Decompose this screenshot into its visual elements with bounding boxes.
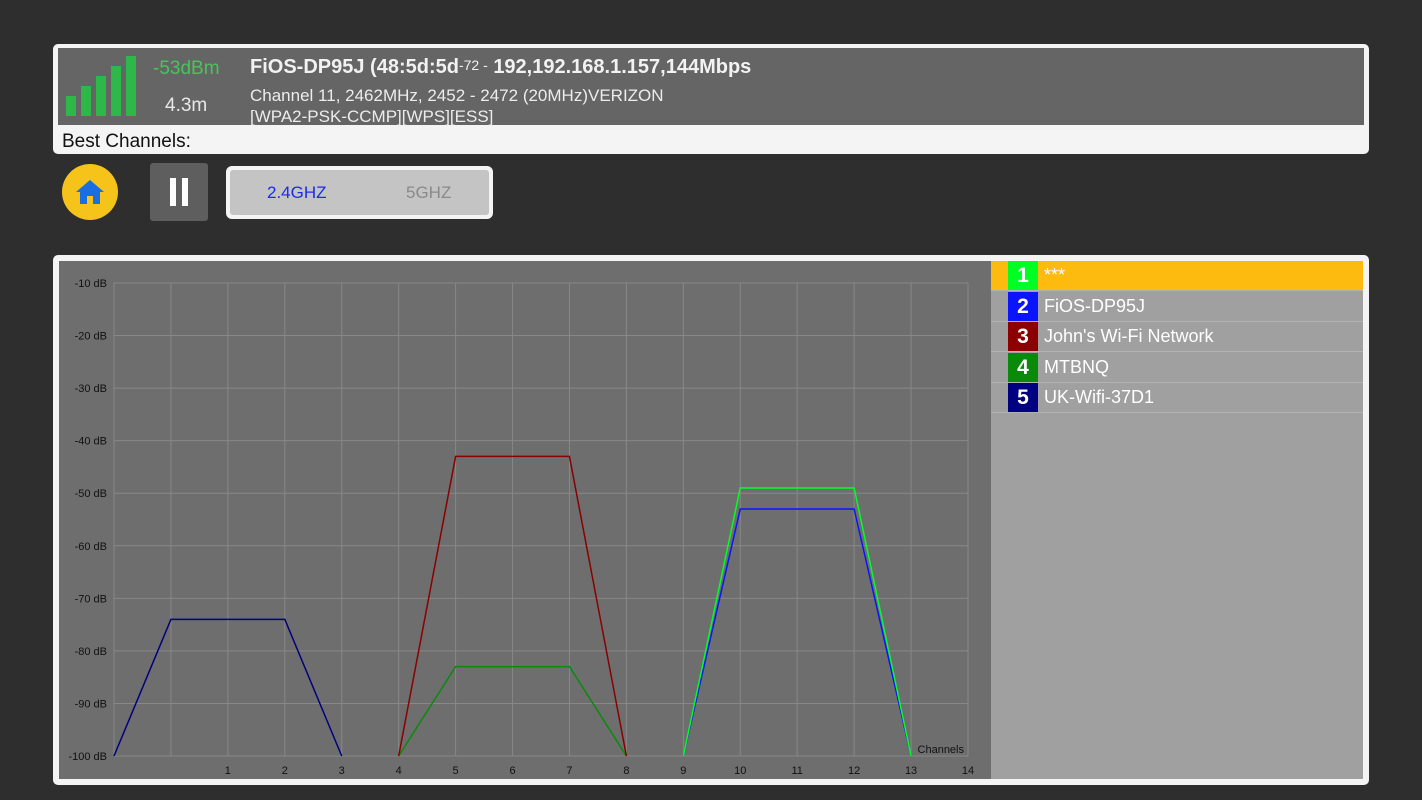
pause-icon [170,178,176,206]
x-axis-label: Channels [918,744,965,756]
ip-speed-text: 192,192.168.1.157,144Mbps [493,56,752,78]
legend-row[interactable]: 3 John's Wi-Fi Network [991,322,1363,352]
x-tick-label: 4 [396,765,402,777]
y-tick-label: -40 dB [75,436,107,448]
x-tick-label: 2 [282,765,288,777]
distance-estimate: 4.3m [165,95,208,116]
band-toggle[interactable]: 2.4GHZ 5GHZ [226,166,493,219]
pause-button[interactable] [150,163,208,221]
legend-number: 1 [1008,261,1038,290]
best-channels-label: Best Channels: [62,131,191,152]
x-tick-label: 6 [509,765,515,777]
x-tick-label: 3 [339,765,345,777]
legend-row[interactable]: 4 MTBNQ [991,352,1363,383]
legend-row[interactable]: 5 UK-Wifi-37D1 [991,383,1363,413]
band-5ghz-option[interactable]: 5GHZ [406,183,451,203]
y-tick-label: -10 dB [75,278,107,290]
x-tick-label: 8 [623,765,629,777]
channel-graph-card: -10 dB -20 dB -30 dB -40 dB -50 dB -60 dB -70 … [53,255,1369,785]
y-tick-label: -20 dB [75,331,107,343]
y-tick-label: -70 dB [75,593,107,605]
signal-bar [66,96,76,116]
legend-row[interactable]: 1 *** [991,261,1363,291]
x-tick-label: 5 [453,765,459,777]
ssid-line: FiOS-DP95J (48:5d:5d-72 - 192,192.168.1.… [250,56,751,79]
legend-row[interactable]: 2 FiOS-DP95J [991,291,1363,322]
legend-network-name: FiOS-DP95J [1044,295,1146,316]
y-tick-label: -50 dB [75,488,107,500]
ssid-text: FiOS-DP95J (48:5d:5d [250,56,459,78]
band-2-4ghz-option[interactable]: 2.4GHZ [267,183,327,203]
legend-network-name: John's Wi-Fi Network [1044,326,1214,346]
legend-number: 3 [1008,322,1038,351]
pause-icon-bar [182,178,188,206]
channel-graph: -10 dB -20 dB -30 dB -40 dB -50 dB -60 dB -70 … [59,261,991,779]
x-tick-label: 7 [566,765,572,777]
home-button[interactable] [62,164,118,220]
network-legend: 1 *** 2 FiOS-DP95J 3 John's Wi-Fi Network 4 MTB… [991,261,1363,779]
legend-number: 5 [1008,383,1038,412]
y-tick-label: -100 dB [68,751,107,763]
y-tick-label: -30 dB [75,383,107,395]
x-tick-label: 14 [962,765,974,777]
overlay-small-text: -72 - [458,57,488,73]
x-tick-label: 13 [905,765,917,777]
y-tick-label: -80 dB [75,646,107,658]
security-info: [WPA2-PSK-CCMP][WPS][ESS] [250,107,494,126]
signal-bar [111,66,121,116]
signal-bar [81,86,91,116]
y-tick-label: -90 dB [75,698,107,710]
connection-info-panel: -53dBm 4.3m FiOS-DP95J (48:5d:5d-72 - 19… [58,48,1364,126]
channel-info: Channel 11, 2462MHz, 2452 - 2472 (20MHz)… [250,86,664,105]
legend-network-name: MTBNQ [1044,356,1109,377]
home-icon [76,180,104,204]
x-tick-label: 12 [848,765,860,777]
connection-info-card: -53dBm 4.3m FiOS-DP95J (48:5d:5d-72 - 19… [53,44,1369,154]
y-tick-label: -60 dB [75,541,107,553]
legend-network-name: *** [1044,265,1066,285]
legend-number: 2 [1008,291,1038,321]
x-tick-label: 11 [791,765,802,777]
legend-number: 4 [1008,352,1038,382]
x-tick-label: 1 [225,765,231,777]
x-tick-label: 10 [734,765,746,777]
signal-bar [96,76,106,116]
band-toggle-track: 2.4GHZ 5GHZ [230,170,489,215]
signal-strength-icon [66,56,146,116]
legend-network-name: UK-Wifi-37D1 [1044,387,1155,407]
channel-graph-svg: -10 dB -20 dB -30 dB -40 dB -50 dB -60 dB -70 … [68,278,974,777]
signal-dbm: -53dBm [153,58,220,79]
x-tick-label: 9 [680,765,686,777]
signal-bar [126,56,136,116]
